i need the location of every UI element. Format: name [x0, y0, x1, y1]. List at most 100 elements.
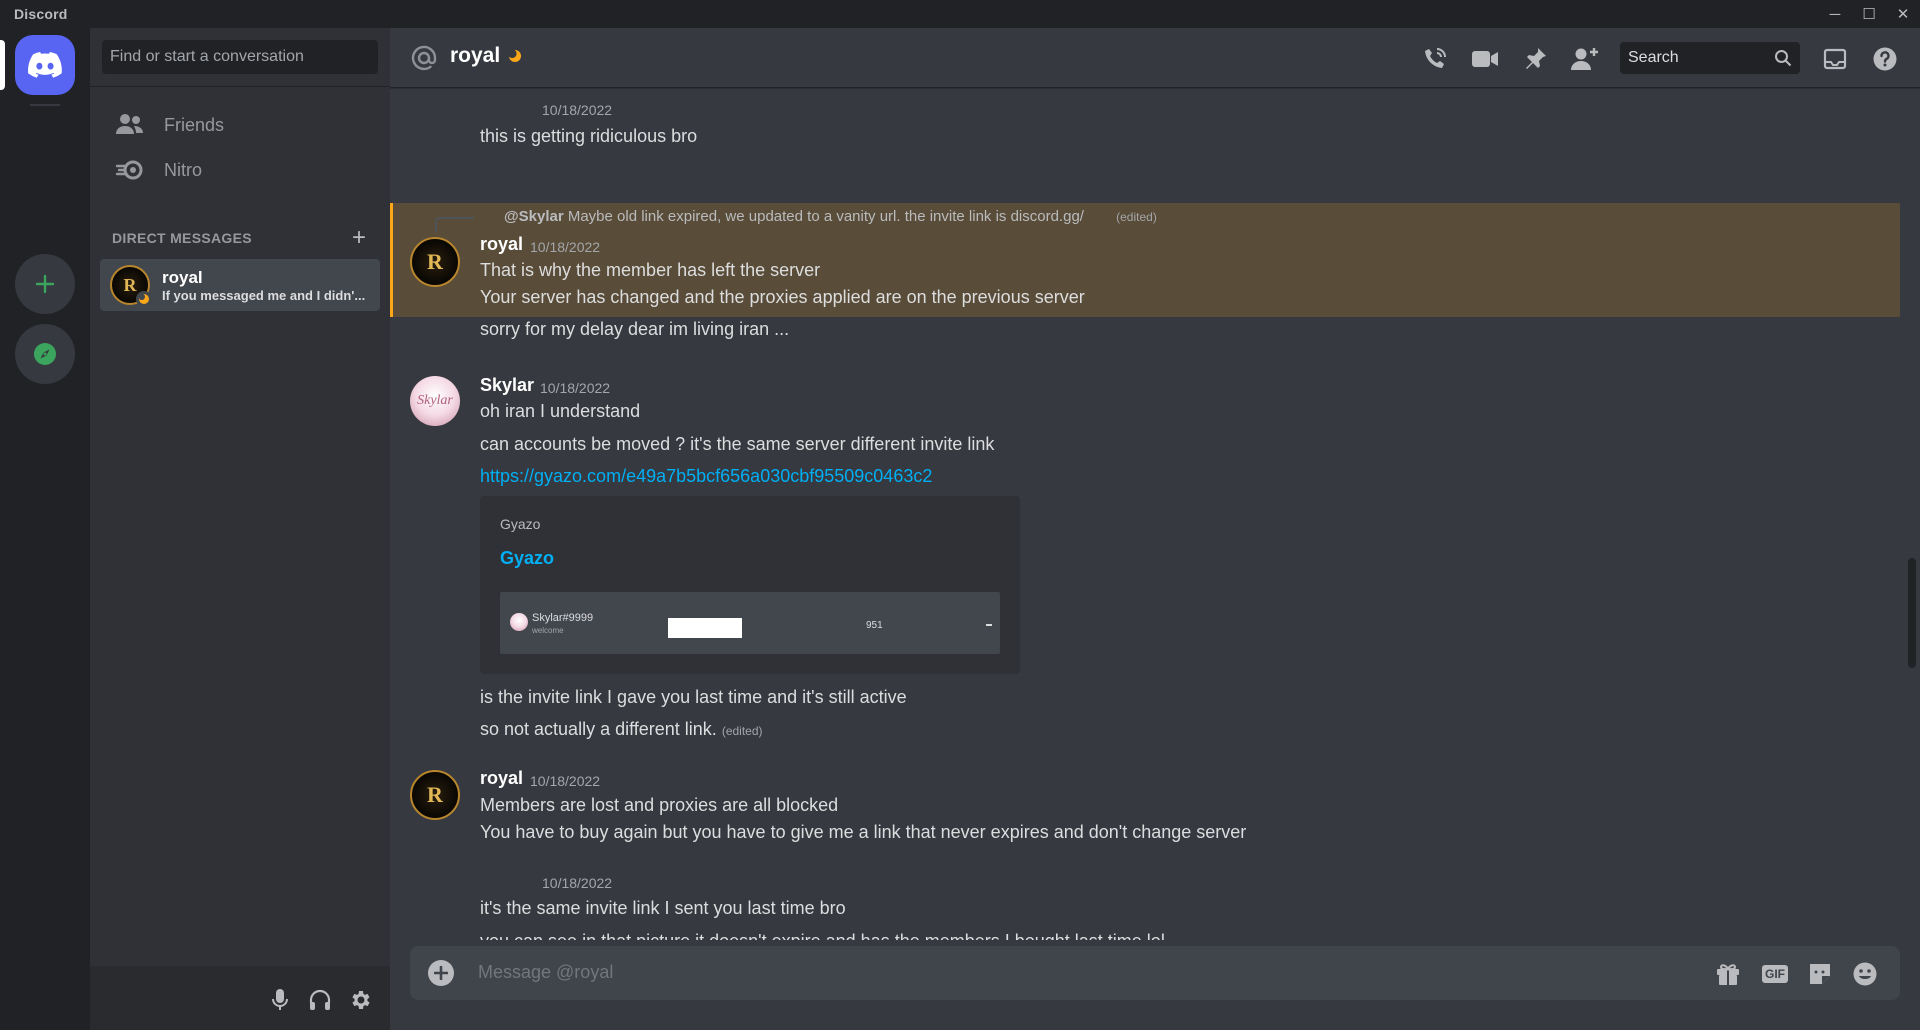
message-content-edited[interactable]: so not actually a different link. (edite…	[480, 719, 763, 740]
reply-text: Maybe old link expired, we updated to a …	[567, 208, 1084, 225]
embed-title[interactable]: Gyazo	[500, 548, 554, 569]
emoji-button[interactable]	[1850, 959, 1880, 989]
maximize-button[interactable]: ☐	[1852, 0, 1886, 28]
message-content[interactable]: sorry for my delay dear im living iran .…	[480, 319, 789, 340]
message-timestamp: 10/18/2022	[542, 102, 613, 118]
app-title: Discord	[14, 6, 68, 22]
message-link[interactable]: https://gyazo.com/e49a7b5bcf656a030cbf95…	[480, 466, 932, 487]
dm-status: If you messaged me and I didn'...	[162, 287, 366, 303]
message-content[interactable]: oh iran I understand	[480, 401, 640, 422]
emoji-icon	[1853, 962, 1877, 986]
thumb-subtext: welcome	[532, 626, 564, 635]
idle-moon-icon	[136, 291, 152, 307]
dm-name: royal	[162, 267, 203, 287]
gift-button[interactable]	[1713, 959, 1743, 989]
pin-icon	[1526, 48, 1546, 69]
message-content[interactable]: That is why the member has left the serv…	[480, 260, 820, 281]
phone-call-icon	[1425, 48, 1446, 68]
start-voice-call-button[interactable]	[1420, 44, 1450, 74]
message-content[interactable]: Members are lost and proxies are all blo…	[480, 795, 838, 816]
scrollbar-thumb[interactable]	[1908, 558, 1916, 668]
message-author[interactable]: royal	[480, 768, 523, 789]
embed-thumbnail[interactable]: Skylar#9999 welcome 951	[500, 592, 1000, 654]
home-button[interactable]	[15, 35, 75, 95]
sidebar-item-label: Friends	[164, 114, 225, 135]
dm-section-header: DIRECT MESSAGES	[112, 230, 252, 246]
guild-separator	[30, 104, 60, 106]
avatar[interactable]: R	[410, 770, 460, 820]
sticker-button[interactable]	[1805, 959, 1835, 989]
plus-icon	[434, 966, 448, 980]
message-content[interactable]: can accounts be moved ? it's the same se…	[480, 434, 994, 455]
message-content[interactable]: this is getting ridiculous bro	[480, 126, 697, 147]
add-user-icon	[1571, 48, 1598, 70]
dm-item-royal[interactable]: R royal If you messaged me and I didn'..…	[100, 259, 380, 311]
message-input-placeholder[interactable]: Message @royal	[478, 962, 613, 983]
message-author[interactable]: royal	[480, 234, 523, 255]
message-timestamp: 10/18/2022	[530, 773, 601, 789]
server-list	[0, 28, 90, 1030]
explore-servers-button[interactable]	[15, 324, 75, 384]
sticker-icon	[1810, 964, 1830, 984]
message-timestamp: 10/18/2022	[542, 875, 613, 891]
reply-preview[interactable]: @Skylar Maybe old link expired, we updat…	[504, 208, 1157, 225]
search-input[interactable]: Search	[1620, 42, 1800, 74]
minimize-button[interactable]: ─	[1818, 0, 1852, 28]
edited-tag: (edited)	[721, 724, 763, 738]
link-embed: Gyazo Gyazo Skylar#9999 welcome 951	[480, 496, 1020, 674]
thumb-count: 951	[866, 620, 883, 631]
close-button[interactable]: ✕	[1886, 0, 1920, 28]
message-content[interactable]: you can see in that picture it doesn't e…	[480, 931, 1165, 940]
deafen-button[interactable]	[306, 986, 334, 1014]
embed-provider: Gyazo	[500, 516, 541, 532]
sidebar-item-label: Nitro	[164, 159, 203, 180]
gift-icon	[1717, 964, 1739, 985]
mute-button[interactable]	[266, 986, 294, 1014]
message-composer[interactable]: Message @royal GIF	[410, 946, 1900, 1000]
message-content[interactable]: it's the same invite link I sent you las…	[480, 898, 846, 919]
sidebar-item-friends[interactable]: Friends	[100, 101, 380, 149]
message-text: so not actually a different link.	[480, 719, 717, 739]
inbox-button[interactable]	[1820, 44, 1850, 74]
start-video-call-button[interactable]	[1470, 44, 1500, 74]
message-content[interactable]: Your server has changed and the proxies …	[480, 287, 1085, 308]
create-dm-button[interactable]: +	[352, 224, 366, 252]
at-icon	[411, 45, 437, 71]
user-panel	[90, 966, 390, 1030]
message-content[interactable]: is the invite link I gave you last time …	[480, 687, 907, 708]
pinned-messages-button[interactable]	[1520, 44, 1550, 74]
message-content[interactable]: You have to buy again but you have to gi…	[480, 822, 1246, 843]
gif-icon: GIF	[1762, 965, 1788, 983]
compass-icon	[34, 343, 56, 365]
thumb-redaction	[668, 618, 742, 638]
reply-spine-icon	[435, 217, 474, 232]
message-author[interactable]: Skylar	[480, 375, 534, 396]
gear-icon	[352, 991, 370, 1009]
sidebar-divider	[90, 86, 390, 87]
inbox-icon	[1823, 48, 1847, 70]
microphone-icon	[272, 989, 288, 1010]
find-conversation-input[interactable]: Find or start a conversation	[102, 40, 378, 74]
idle-moon-icon	[508, 49, 521, 62]
help-icon	[1873, 47, 1897, 71]
add-server-button[interactable]	[15, 254, 75, 314]
help-button[interactable]	[1870, 44, 1900, 74]
add-friends-to-dm-button[interactable]	[1570, 44, 1600, 74]
message-timestamp: 10/18/2022	[530, 239, 601, 255]
gif-button[interactable]: GIF	[1760, 959, 1790, 989]
dm-sidebar: Find or start a conversation Friends Nit…	[90, 28, 390, 1030]
avatar[interactable]: Skylar	[410, 376, 460, 426]
avatar: R	[110, 265, 152, 307]
upload-button[interactable]	[428, 960, 454, 986]
video-camera-icon	[1472, 51, 1498, 67]
reply-author: @Skylar	[504, 208, 564, 225]
message-timestamp: 10/18/2022	[540, 380, 611, 396]
search-icon	[1775, 50, 1792, 67]
thumb-avatar	[510, 613, 528, 631]
channel-name: royal	[450, 44, 501, 67]
sidebar-item-nitro[interactable]: Nitro	[100, 146, 380, 194]
avatar[interactable]: R	[410, 237, 460, 287]
title-bar: Discord ─ ☐ ✕	[0, 0, 1920, 28]
message-list: 10/18/2022 this is getting ridiculous br…	[390, 88, 1920, 940]
user-settings-button[interactable]	[346, 986, 374, 1014]
